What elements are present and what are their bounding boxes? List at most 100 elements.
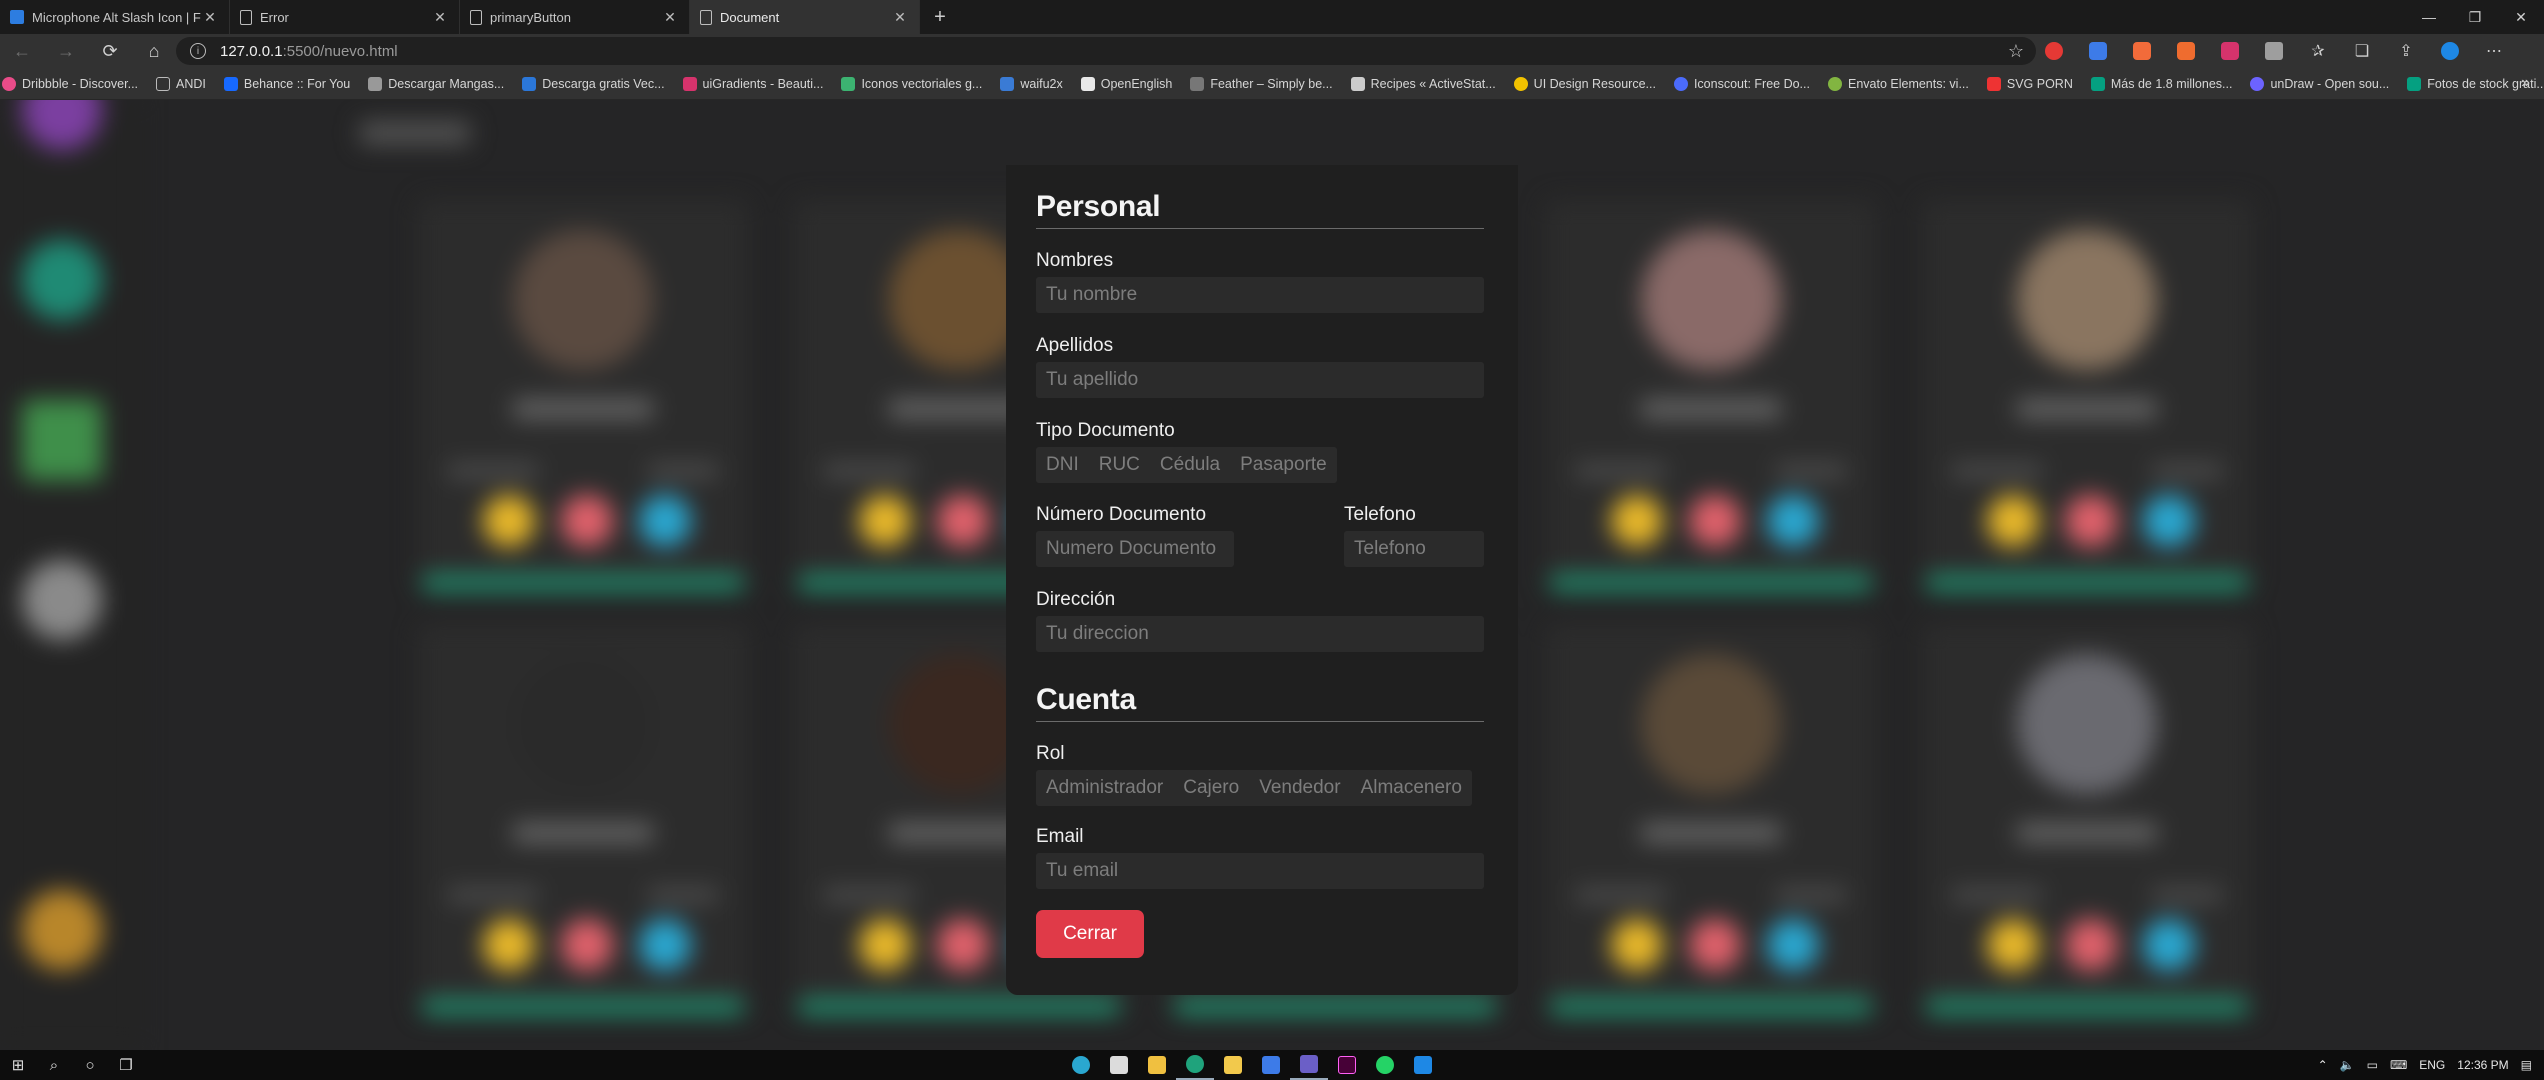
bookmark[interactable]: Más de 1.8 millones... [2090,76,2232,91]
bookmark[interactable]: ANDI [156,76,206,91]
rol-label: Rol [1036,743,1065,764]
vscode-icon[interactable] [1404,1050,1442,1080]
tab-title: Document [720,9,780,25]
windows-start-icon[interactable]: ⊞ [0,1050,36,1080]
tab-title: Error [260,9,289,25]
explorer-icon[interactable] [1214,1050,1252,1080]
search-icon[interactable]: ⌕ [36,1050,72,1080]
close-tab-icon[interactable]: ✕ [661,9,679,26]
sidebar-icon [22,240,102,320]
bookmark[interactable]: Iconscout: Free Do... [1673,76,1810,91]
rol-option[interactable]: Almacenero [1351,770,1472,806]
extension-icon[interactable] [2216,34,2244,68]
site-info-icon[interactable]: i [190,43,206,59]
tab-document[interactable]: Document ✕ [690,0,920,34]
adobe-xd-icon[interactable] [1328,1050,1366,1080]
taskbar-app-icon[interactable] [1062,1050,1100,1080]
language-indicator[interactable]: ENG [2419,1058,2445,1072]
extension-icon[interactable] [2128,34,2156,68]
close-tab-icon[interactable]: ✕ [891,9,909,26]
user-card [1922,624,2252,1014]
clock[interactable]: 12:36 PM [2457,1058,2508,1072]
whatsapp-icon[interactable] [1366,1050,1404,1080]
share-icon[interactable]: ⇪ [2392,34,2420,68]
extension-icon[interactable] [2084,34,2112,68]
bookmark[interactable]: uiGradients - Beauti... [682,76,823,91]
numero-documento-input[interactable] [1036,531,1234,567]
menu-icon[interactable]: ⋯ [2480,34,2508,68]
sidebar-icon [22,400,102,480]
minimize-button[interactable]: — [2406,0,2452,34]
tab-bar: Microphone Alt Slash Icon | Font Awesome… [0,0,2544,34]
close-window-button[interactable]: ✕ [2498,0,2544,34]
bookmark[interactable]: waifu2x [1000,76,1063,91]
forward-button[interactable]: → [44,34,88,68]
address-bar[interactable]: i 127.0.0.1:5500/nuevo.html ☆ [176,37,2036,65]
notifications-icon[interactable]: ▤ [2521,1058,2532,1072]
volume-icon[interactable]: 🔈 [2340,1058,2355,1072]
keyboard-icon[interactable]: ⌨ [2390,1058,2407,1072]
section-title-personal: Personal [1036,190,1161,223]
notes-icon[interactable] [1252,1050,1290,1080]
restore-button[interactable]: ❐ [2452,0,2498,34]
email-input[interactable] [1036,853,1484,889]
rol-option[interactable]: Administrador [1036,770,1173,806]
tipo-documento-option[interactable]: Cédula [1150,447,1230,483]
bookmark[interactable]: Iconos vectoriales g... [841,76,982,91]
store-icon[interactable] [1100,1050,1138,1080]
bookmark[interactable]: Descargar Mangas... [368,76,504,91]
window-controls: — ❐ ✕ [2406,0,2544,34]
bookmark[interactable]: Descarga gratis Vec... [522,76,665,91]
bookmark[interactable]: UI Design Resource... [1513,76,1656,91]
camera-icon[interactable] [2260,34,2288,68]
email-label: Email [1036,826,1084,847]
tipo-documento-option[interactable]: RUC [1089,447,1150,483]
telefono-input[interactable] [1344,531,1484,567]
bookmark[interactable]: Recipes « ActiveStat... [1350,76,1496,91]
rol-option[interactable]: Vendedor [1249,770,1350,806]
nombres-label: Nombres [1036,250,1114,271]
folder-icon[interactable] [1138,1050,1176,1080]
new-tab-button[interactable]: + [920,0,960,34]
bookmark[interactable]: Feather – Simply be... [1190,76,1333,91]
tipo-documento-option[interactable]: Pasaporte [1230,447,1337,483]
extension-icon[interactable] [2040,34,2068,68]
refresh-button[interactable]: ⟳ [88,34,132,68]
tab-font-awesome[interactable]: Microphone Alt Slash Icon | Font Awesome… [0,0,230,34]
bookmark[interactable]: unDraw - Open sou... [2250,76,2389,91]
close-button[interactable]: Cerrar [1036,910,1144,958]
bookmark-favicon-icon [1080,76,1095,91]
tab-primary-button[interactable]: primaryButton ✕ [460,0,690,34]
apellidos-input[interactable] [1036,362,1484,398]
bookmark-favicon-icon [2407,76,2422,91]
tipo-documento-select: DNI RUC Cédula Pasaporte [1036,447,1337,483]
favorites-icon[interactable]: ✰ [2304,34,2332,68]
network-icon[interactable]: ▭ [2367,1058,2378,1072]
home-button[interactable]: ⌂ [132,34,176,68]
cortana-icon[interactable]: ○ [72,1050,108,1080]
tab-error[interactable]: Error ✕ [230,0,460,34]
task-view-icon[interactable]: ❐ [108,1050,144,1080]
document-icon [700,9,712,25]
bookmark[interactable]: Dribbble - Discover... [2,76,138,91]
url-path: :5500/nuevo.html [282,42,398,60]
bookmark[interactable]: Behance :: For You [223,76,350,91]
bookmark[interactable]: OpenEnglish [1080,76,1172,91]
bookmark[interactable]: SVG PORN [1986,76,2073,91]
profile-icon[interactable] [2436,34,2464,68]
close-tab-icon[interactable]: ✕ [201,9,219,26]
bookmark[interactable]: Envato Elements: vi... [1827,76,1969,91]
nombres-input[interactable] [1036,277,1484,313]
rol-option[interactable]: Cajero [1173,770,1249,806]
tipo-documento-option[interactable]: DNI [1036,447,1089,483]
favorite-star-icon[interactable]: ☆ [2008,41,2024,62]
close-tab-icon[interactable]: ✕ [431,9,449,26]
teams-icon[interactable] [1290,1050,1328,1080]
extension-icon[interactable] [2172,34,2200,68]
edge-icon[interactable] [1176,1050,1214,1080]
back-button[interactable]: ← [0,34,44,68]
chevron-up-icon[interactable]: ⌃ [2318,1058,2328,1072]
more-bookmarks-button[interactable]: » [2521,74,2530,92]
collections-icon[interactable]: ❏ [2348,34,2376,68]
direccion-input[interactable] [1036,616,1484,652]
